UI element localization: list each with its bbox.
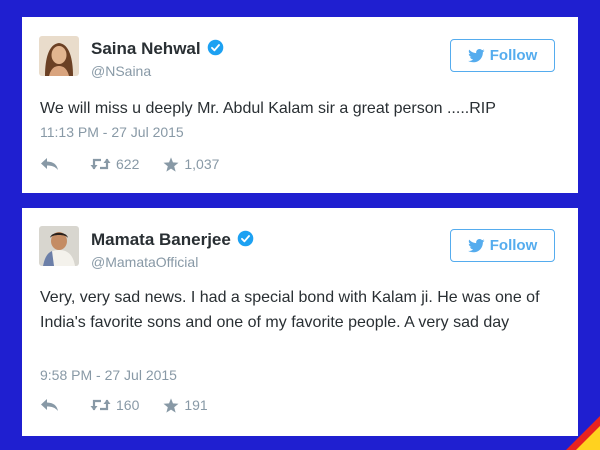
retweet-icon	[90, 399, 111, 411]
star-icon	[163, 397, 179, 413]
twitter-bird-icon	[467, 238, 485, 252]
user-name-text[interactable]: Saina Nehwal	[91, 39, 201, 58]
favorite-button[interactable]: 191	[163, 397, 208, 413]
corner-decoration-accent	[576, 426, 600, 450]
retweet-count: 622	[116, 156, 140, 172]
verified-badge-icon	[237, 230, 254, 247]
tweet-actions: 160 191	[40, 397, 208, 413]
retweet-count: 160	[116, 397, 140, 413]
favorite-button[interactable]: 1,037	[163, 156, 219, 172]
verified-badge-icon	[207, 39, 223, 56]
retweet-button[interactable]: 622	[90, 156, 139, 172]
retweet-button[interactable]: 160	[90, 397, 139, 413]
user-name[interactable]: Saina Nehwal	[91, 39, 224, 59]
user-name-text[interactable]: Mamata Banerjee	[91, 230, 231, 249]
retweet-icon	[90, 158, 111, 170]
favorite-count: 191	[184, 397, 208, 413]
reply-button[interactable]	[40, 398, 60, 412]
follow-label[interactable]: Follow	[490, 47, 538, 64]
follow-button[interactable]: Follow	[450, 229, 555, 262]
tweet-card: Saina Nehwal @NSaina Follow We will miss…	[22, 17, 578, 193]
follow-label[interactable]: Follow	[490, 237, 538, 254]
user-name[interactable]: Mamata Banerjee	[91, 230, 254, 250]
avatar[interactable]	[39, 36, 79, 76]
tweet-card: Mamata Banerjee @MamataOfficial Follow V…	[22, 208, 578, 436]
follow-button[interactable]: Follow	[450, 39, 555, 72]
tweet-actions: 622 1,037	[40, 156, 219, 172]
tweet-timestamp[interactable]: 11:13 PM - 27 Jul 2015	[40, 124, 184, 140]
tweet-timestamp[interactable]: 9:58 PM - 27 Jul 2015	[40, 367, 177, 383]
user-handle[interactable]: @NSaina	[91, 63, 151, 79]
reply-icon	[41, 399, 58, 411]
twitter-bird-icon	[467, 48, 485, 62]
star-icon	[163, 156, 179, 172]
tweet-text: We will miss u deeply Mr. Abdul Kalam si…	[40, 100, 496, 117]
avatar[interactable]	[39, 226, 79, 266]
reply-icon	[41, 158, 58, 170]
user-handle[interactable]: @MamataOfficial	[91, 254, 198, 270]
reply-button[interactable]	[40, 157, 60, 171]
favorite-count: 1,037	[184, 156, 220, 172]
tweet-text: Very, very sad news. I had a special bon…	[40, 289, 540, 331]
